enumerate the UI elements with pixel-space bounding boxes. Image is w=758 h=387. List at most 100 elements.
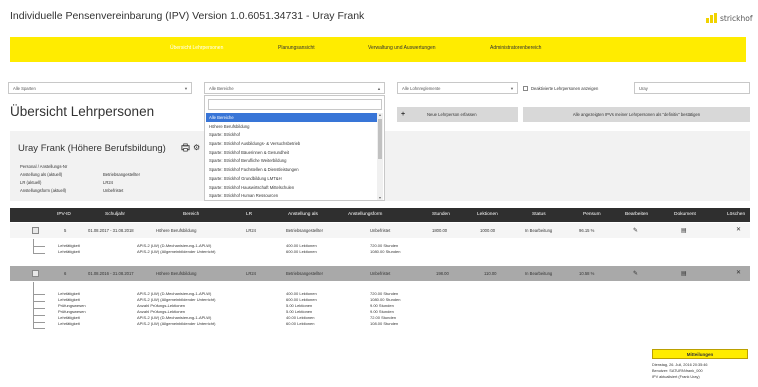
logo-text: strickhof bbox=[720, 13, 753, 23]
cell-form: Unbefristet bbox=[370, 228, 391, 233]
confirm-all-button[interactable]: Alle angezeigten IPVs meiner Lehrpersone… bbox=[523, 107, 750, 122]
th-lr: LR bbox=[246, 212, 253, 217]
sub-stunden: 108.00 Stunden bbox=[370, 321, 399, 326]
nav-verwaltung-auswertungen[interactable]: Verwaltung und Auswertungen bbox=[368, 45, 436, 51]
cell-bereich: Höhere Berufsbildung bbox=[156, 271, 197, 276]
print-icon[interactable] bbox=[181, 143, 190, 152]
detail-value: Unbefristet bbox=[103, 188, 124, 193]
cell-anstellung: Betriebsangestellter bbox=[286, 271, 324, 276]
sub-typ: Lehrtätigkeit bbox=[58, 249, 80, 254]
sparten-dropdown[interactable]: Alle Sparten ▼ bbox=[8, 82, 192, 94]
sub-menge: 600.00 Lektionen bbox=[286, 249, 317, 254]
message-line: Benutzer: SATURN\frank_000 bbox=[652, 369, 703, 373]
th-lektionen: Lektionen bbox=[477, 212, 498, 217]
dropdown-option[interactable]: Sparte: Strickhof bbox=[206, 130, 377, 139]
chevron-down-icon: ▼ bbox=[510, 86, 514, 91]
tree-line bbox=[33, 308, 45, 309]
th-bearbeiten: Bearbeiten bbox=[625, 212, 649, 217]
detail-label: Personal / Anstellungs-Nr bbox=[20, 164, 68, 169]
scrollbar-thumb[interactable] bbox=[378, 119, 382, 159]
th-pensum: Pensum bbox=[583, 212, 601, 217]
expand-icon[interactable] bbox=[32, 270, 39, 277]
app-title: Individuelle Pensenvereinbarung (IPV) Ve… bbox=[10, 10, 365, 22]
dropdown-option[interactable]: Sparte: Strickhof Bäuerinnen & Gesundhei… bbox=[206, 148, 377, 157]
dropdown-option[interactable]: Alle Bereiche bbox=[206, 113, 377, 122]
tree-line bbox=[33, 301, 45, 302]
delete-icon[interactable]: ✕ bbox=[736, 226, 741, 233]
th-anstellungsform: Anstellungsform bbox=[348, 212, 383, 217]
settings-icon[interactable]: ⚙ bbox=[193, 143, 200, 152]
cell-ipv-id: 5 bbox=[64, 228, 67, 233]
scroll-down-icon[interactable]: ▼ bbox=[377, 196, 383, 200]
messages-title: Mitteilungen bbox=[686, 352, 714, 357]
tree-line bbox=[33, 315, 45, 316]
chevron-down-icon: ▼ bbox=[184, 86, 188, 91]
deaktivierte-checkbox[interactable] bbox=[523, 86, 528, 91]
tree-line bbox=[33, 246, 45, 247]
cell-pensum: 96.15 % bbox=[579, 228, 595, 233]
nav-planungsansicht[interactable]: Planungsansicht bbox=[278, 45, 315, 51]
sub-stunden: 1080.00 Stunden bbox=[370, 249, 401, 254]
dropdown-scrollbar[interactable]: ▲ ▼ bbox=[377, 113, 383, 200]
bereiche-dropdown[interactable]: Alle Bereiche ▲ bbox=[204, 82, 385, 94]
delete-icon[interactable]: ✕ bbox=[736, 269, 741, 276]
page-title: Übersicht Lehrpersonen bbox=[10, 104, 155, 119]
dropdown-option[interactable]: Sparte: Strickhof Ausbildungs- & Versuch… bbox=[206, 139, 377, 148]
row-details: Lehrtätigkeit APIS-2 (LW) (D-Mechanisier… bbox=[10, 282, 750, 334]
sub-typ: Lehrtätigkeit bbox=[58, 321, 80, 326]
cell-anstellung: Betriebsangestellter bbox=[286, 228, 324, 233]
messages-box: Mitteilungen bbox=[652, 349, 748, 359]
cell-schuljahr: 01.08.2016 - 31.08.2017 bbox=[88, 271, 134, 276]
th-status: Status bbox=[532, 212, 546, 217]
th-dokument: Dokument bbox=[674, 212, 696, 217]
dropdown-option[interactable]: Sparte: Strickhof Berufliche Weiterbildu… bbox=[206, 156, 377, 165]
table-row[interactable]: 6 01.08.2016 - 31.08.2017 Höhere Berufsb… bbox=[10, 266, 750, 281]
new-teacher-label: Neue Lehrperson erfassen bbox=[427, 112, 477, 117]
cell-bereich: Höhere Berufsbildung bbox=[156, 228, 197, 233]
nav-uebersicht-lehrpersonen[interactable]: Übersicht Lehrpersonen bbox=[170, 45, 223, 51]
cell-stunden: 1800.00 bbox=[432, 228, 448, 233]
message-line: IPV aktualisiert (Frank Uray) bbox=[652, 375, 700, 379]
sparten-value: Alle Sparten bbox=[13, 86, 36, 91]
expand-icon[interactable] bbox=[32, 227, 39, 234]
cell-form: Unbefristet bbox=[370, 271, 391, 276]
dropdown-option[interactable]: Sparte: Strickhof Fachstellen & Dienstle… bbox=[206, 165, 377, 174]
cell-ipv-id: 6 bbox=[64, 271, 67, 276]
table-header: IPV-ID Schuljahr Bereich LR Anstellung a… bbox=[10, 208, 750, 222]
tree-line bbox=[33, 322, 45, 323]
nav-administratorenbereich[interactable]: Administratorenbereich bbox=[490, 45, 541, 51]
dropdown-options: Alle Bereiche Höhere Berufsbildung Spart… bbox=[206, 113, 377, 200]
table-row[interactable]: 5 01.08.2017 - 31.08.2018 Höhere Berufsb… bbox=[10, 223, 750, 238]
cell-lr: LR24 bbox=[246, 228, 257, 233]
scroll-up-icon[interactable]: ▲ bbox=[377, 113, 383, 117]
search-input[interactable]: Uray bbox=[634, 82, 750, 94]
document-icon[interactable]: ▤ bbox=[681, 227, 687, 234]
dropdown-option[interactable]: Sparte: Strickhof Grundbildung LMT&H bbox=[206, 174, 377, 183]
cell-stunden: 198.00 bbox=[436, 271, 449, 276]
edit-icon[interactable]: ✎ bbox=[633, 270, 638, 277]
cell-pensum: 10.58 % bbox=[579, 271, 595, 276]
dropdown-option[interactable]: Sparte: Strickhof Hauswirtschaft Mittels… bbox=[206, 183, 377, 192]
cell-status: In Bearbeitung bbox=[525, 271, 553, 276]
new-teacher-button[interactable]: + Neue Lehrperson erfassen bbox=[397, 107, 518, 122]
message-line: Dienstag, 26. Juli, 2016 20:35:46 bbox=[652, 363, 708, 367]
cell-status: In Bearbeitung bbox=[525, 228, 553, 233]
th-anstellung: Anstellung als bbox=[288, 212, 318, 217]
edit-icon[interactable]: ✎ bbox=[633, 227, 638, 234]
lohnreglemente-dropdown[interactable]: Alle Lohnreglemente ▼ bbox=[397, 82, 518, 94]
deaktivierte-label: Deaktivierte Lehrpersonen anzeigen bbox=[531, 86, 599, 91]
dropdown-option[interactable]: Höhere Berufsbildung bbox=[206, 122, 377, 131]
document-icon[interactable]: ▤ bbox=[681, 270, 687, 277]
detail-label: Anstellungsform (aktuell) bbox=[20, 188, 67, 193]
strickhof-logo: strickhof bbox=[706, 13, 752, 23]
bereiche-dropdown-list: Alle Bereiche Höhere Berufsbildung Spart… bbox=[204, 95, 385, 201]
th-bereich: Bereich bbox=[183, 212, 200, 217]
dropdown-search-input[interactable] bbox=[208, 99, 382, 110]
row-details: Lehrtätigkeit APIS-2 (LW) (D-Mechanisier… bbox=[10, 239, 750, 261]
person-name: Uray Frank (Höhere Berufsbildung) bbox=[18, 143, 166, 154]
cell-lr: LR24 bbox=[246, 271, 257, 276]
dropdown-option[interactable]: Sparte: Strickhof Human Ressourcen bbox=[206, 191, 377, 200]
th-ipv-id: IPV-ID bbox=[57, 212, 71, 217]
bereiche-value: Alle Bereiche bbox=[209, 86, 234, 91]
tree-line bbox=[33, 253, 45, 254]
